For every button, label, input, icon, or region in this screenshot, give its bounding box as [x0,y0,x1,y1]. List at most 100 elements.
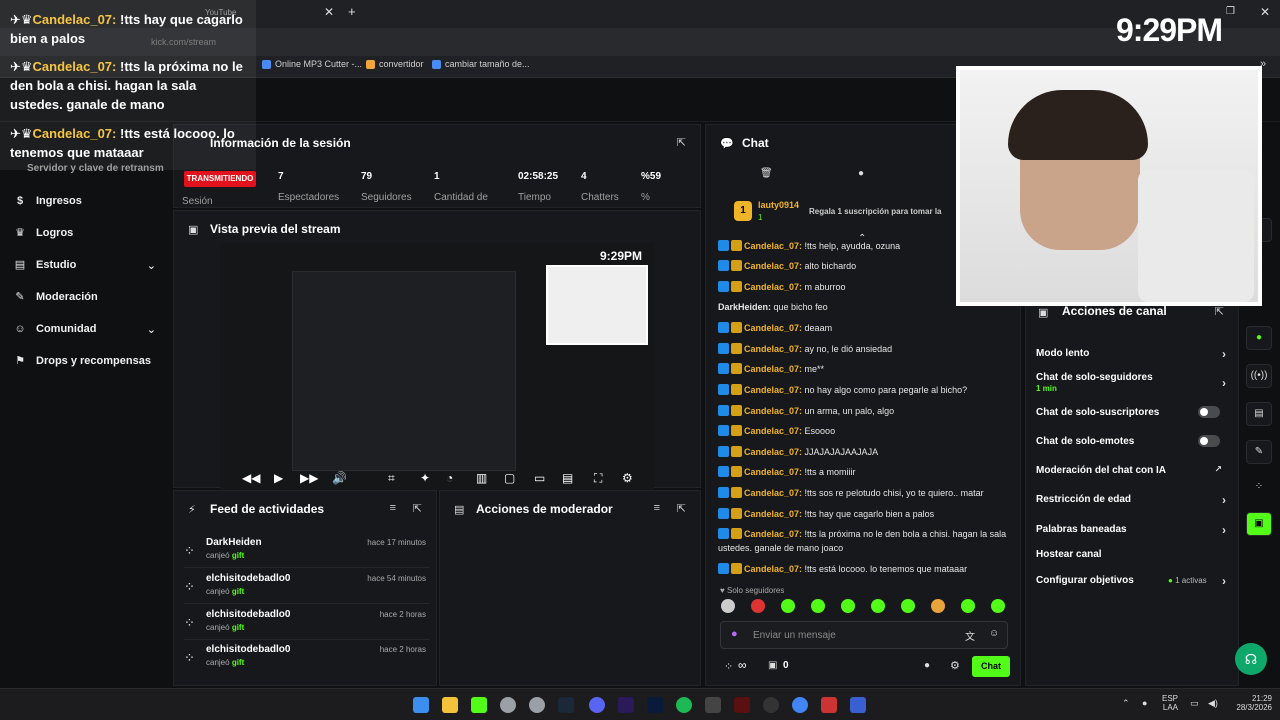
emote-icon[interactable] [781,599,795,613]
stat-count-label: Cantidad de [434,192,488,203]
spotify-icon[interactable] [676,697,692,713]
pinned-user[interactable]: lauty0914 [758,200,799,210]
emote-icon[interactable] [811,599,825,613]
send-chat-button[interactable]: Chat [972,656,1010,677]
sidebar-item-drops[interactable]: ⚑ Drops y recompensas [14,355,160,367]
valorant-icon[interactable] [734,697,750,713]
expand-icon[interactable]: ⇱ [677,136,686,149]
slow-mode-item[interactable]: Modo lento › [1036,347,1226,361]
forward-icon[interactable]: ▶▶ [300,471,318,485]
filter-icon[interactable]: ≡ [390,502,396,514]
translate-icon[interactable]: 文 [965,628,975,643]
settings-icon[interactable]: ⚙ [622,471,633,485]
sidebar-item-comunidad[interactable]: ☺ Comunidad ⌄ [14,323,160,336]
crop-icon[interactable]: ⌗ [388,471,395,486]
rail-stream-icon[interactable]: ▤ [1246,402,1272,426]
theater-icon[interactable]: ▭ [534,471,545,485]
chat-options-icon[interactable]: ● [924,660,930,671]
emote-icon[interactable] [751,599,765,613]
close-tab-icon[interactable]: ✕ [324,5,334,19]
emote-icon[interactable] [841,599,855,613]
message-icon[interactable]: ● [858,168,864,179]
rail-broadcast-icon[interactable]: ((•)) [1246,364,1272,388]
ai-moderation-item[interactable]: Moderación del chat con IA ↗ [1036,464,1226,476]
start-icon[interactable] [413,697,429,713]
channel-icon: ▣ [1038,307,1049,319]
support-icon[interactable]: ☊ [1235,643,1267,675]
sidebar-item-ingresos[interactable]: $ Ingresos [14,195,160,207]
emotes-only-toggle[interactable] [1198,435,1220,447]
steam-icon[interactable] [558,697,574,713]
mic-icon[interactable]: ● [731,628,738,640]
app-icon[interactable] [500,697,516,713]
banned-words-item[interactable]: Palabras baneadas › [1036,523,1226,537]
app-icon[interactable] [821,697,837,713]
file-explorer-icon[interactable] [442,697,458,713]
rail-wrench-icon[interactable]: ✎ [1246,440,1272,464]
pinned-count: 1 [758,213,763,222]
timer-icon[interactable]: ◔ [446,471,453,485]
premiere-icon[interactable] [618,697,634,713]
network-icon[interactable]: ▭ [1190,698,1199,709]
play-icon[interactable]: ▶ [274,471,283,485]
obs-icon[interactable] [763,697,779,713]
chat-title: Chat [742,136,769,150]
rail-community-icon[interactable]: ⁘ [1246,476,1272,500]
followers-only-item[interactable]: Chat de solo-seguidores 1 min › [1036,372,1226,394]
host-channel-item[interactable]: Hostear canal [1036,549,1226,560]
followers-only-label: ♥ Solo seguidores [720,586,785,595]
emote-icon[interactable] [901,599,915,613]
rail-app-icon[interactable]: ▣ [1246,512,1272,536]
goals-item[interactable]: Configurar objetivos ● 1 activas › [1036,574,1226,588]
bookmark-cambiar-tamano[interactable]: cambiar tamaño de... [432,59,530,69]
sidebar-item-logros[interactable]: ♛ Logros [14,227,160,239]
message-input[interactable]: ● Enviar un mensaje 文 ☺ [720,621,1008,649]
restore-window-icon[interactable]: ❐ [1226,6,1235,17]
app-icon[interactable] [705,697,721,713]
emote-icon[interactable] [931,599,945,613]
fullscreen-icon[interactable]: ⛶ [594,471,602,486]
chevron-down-icon[interactable]: ⌄ [147,323,156,336]
chat-settings-icon[interactable]: ⚙ [950,659,960,672]
captions-icon[interactable]: ▤ [562,471,573,485]
subscribers-only-toggle[interactable] [1198,406,1220,418]
kick-app-icon[interactable] [471,697,487,713]
photoshop-icon[interactable] [647,697,663,713]
rail-chat-icon[interactable]: ● [1246,326,1272,350]
emote-icon[interactable] [871,599,885,613]
emote-icon[interactable] [961,599,975,613]
rewind-icon[interactable]: ◀◀ [242,471,260,485]
bookmark-mp3-cutter[interactable]: Online MP3 Cutter -... [262,59,362,69]
expand-icon[interactable]: ⇱ [1215,305,1224,318]
age-restriction-item[interactable]: Restricción de edad › [1036,493,1226,507]
trash-icon[interactable]: 🗑 [760,168,773,179]
emoji-icon[interactable]: ☺ [989,628,999,639]
system-clock[interactable]: 21:29 28/3/2026 [1228,694,1272,712]
gift-icon[interactable]: ▣ [768,660,777,671]
bookmark-convertidor[interactable]: convertidor [366,59,424,69]
close-window-icon[interactable]: ✕ [1260,5,1270,19]
discord-icon[interactable] [589,697,605,713]
stream-preview-video[interactable]: 9:29PM [220,243,654,491]
volume-icon[interactable]: 🔊 [332,471,347,485]
language-indicator[interactable]: ESP LAA [1162,694,1178,712]
new-tab-icon[interactable]: + [348,4,356,19]
overlay-message: ✈♛Candelac_07: !tts la próxima no le den… [10,59,243,112]
tray-chevron-icon[interactable]: ⌃ [1122,698,1130,709]
expand-icon[interactable]: ⇱ [413,502,422,515]
volume-tray-icon[interactable]: ◀) [1208,698,1218,709]
sidebar-item-estudio[interactable]: ▤ Estudio ⌄ [14,259,160,272]
emote-icon[interactable] [721,599,735,613]
app-icon[interactable] [529,697,545,713]
mic-tray-icon[interactable]: ● [1142,698,1147,708]
layout-icon[interactable]: ▥ [476,471,487,485]
sparkle-icon[interactable]: ✦ [420,471,430,485]
chrome-icon[interactable] [792,697,808,713]
filter-icon[interactable]: ≡ [654,502,660,514]
sidebar-item-moderacion[interactable]: ✎ Moderación [14,291,160,303]
expand-icon[interactable]: ⇱ [677,502,686,515]
chevron-down-icon[interactable]: ⌄ [147,259,156,272]
emote-icon[interactable] [991,599,1005,613]
pip-icon[interactable]: ▢ [504,471,515,485]
app-icon[interactable] [850,697,866,713]
